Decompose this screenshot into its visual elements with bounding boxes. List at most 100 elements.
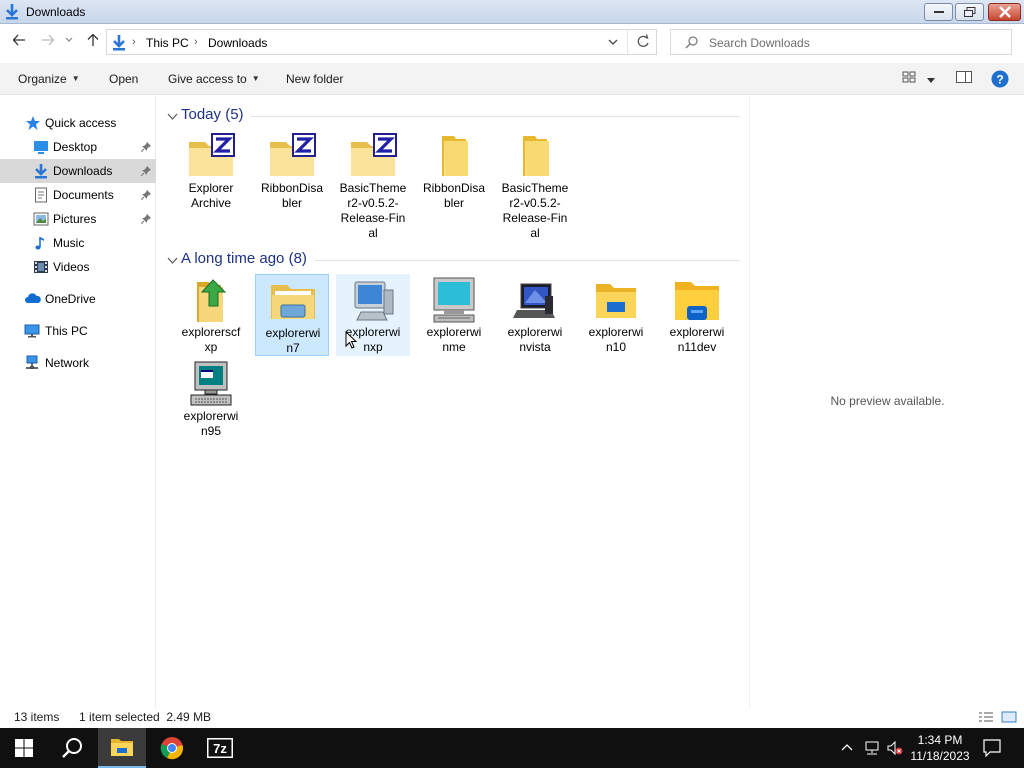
- sidebar-item-downloads[interactable]: Downloads: [0, 159, 156, 183]
- group-header-label: Today (5): [181, 106, 244, 123]
- sidebar-item-videos[interactable]: Videos: [0, 255, 156, 279]
- sidebar-item-this-pc[interactable]: This PC: [0, 319, 156, 343]
- file-explorer-icon: [111, 739, 133, 756]
- mouse-cursor-icon: [345, 330, 358, 352]
- sidebar-item-label: Pictures: [53, 212, 97, 226]
- close-button[interactable]: [988, 3, 1021, 21]
- item-count: 13 items: [14, 710, 60, 724]
- breadcrumb-separator-icon[interactable]: ›: [194, 36, 198, 48]
- breadcrumb-downloads[interactable]: Downloads: [208, 36, 267, 50]
- file-name: explorerwi n11dev: [669, 325, 725, 354]
- pictures-icon: [33, 211, 49, 227]
- sidebar-item-pictures[interactable]: Pictures: [0, 207, 156, 231]
- sidebar-item-desktop[interactable]: Desktop: [0, 135, 156, 159]
- help-icon[interactable]: ?: [991, 70, 1009, 91]
- file-name: explorerwi nvista: [507, 325, 563, 354]
- file-list-view[interactable]: Today (5) Explorer Archive RibbonDisa bl…: [157, 96, 747, 708]
- network-status-icon[interactable]: [863, 740, 881, 759]
- sidebar-item-label: Videos: [53, 260, 90, 274]
- search-box[interactable]: [670, 29, 1012, 55]
- collapse-chevron-icon[interactable]: [167, 110, 178, 124]
- breadcrumb-separator-icon[interactable]: ›: [132, 36, 136, 48]
- refresh-button[interactable]: [627, 30, 657, 54]
- file-item-explorerwin7[interactable]: explorerwi n7: [255, 274, 329, 356]
- file-item-explorerwin11dev[interactable]: explorerwi n11dev: [660, 274, 734, 356]
- folder-arrow-icon: [187, 276, 235, 324]
- search-input[interactable]: [709, 34, 999, 51]
- documents-icon: [33, 187, 49, 203]
- command-bar: Organize ▼ Open Give access to ▼ New folde…: [0, 63, 1024, 95]
- zip-folder-icon: [349, 132, 397, 180]
- group-divider: [315, 260, 740, 261]
- win10-explorer-icon: [592, 276, 640, 324]
- file-item-explorerwinvista[interactable]: explorerwi nvista: [498, 274, 572, 356]
- back-button[interactable]: [9, 33, 29, 53]
- status-bar: 13 items 1 item selected 2.49 MB: [0, 708, 1024, 728]
- window-title: Downloads: [26, 5, 86, 19]
- navigation-pane: Quick access Desktop Downloads Documents…: [0, 96, 156, 708]
- 7zip-icon: 7z: [207, 738, 233, 758]
- group-header-label: A long time ago (8): [181, 250, 307, 267]
- collapse-chevron-icon[interactable]: [167, 254, 178, 268]
- change-view-icon[interactable]: [902, 70, 916, 87]
- open-button[interactable]: Open: [109, 72, 138, 86]
- clock-date: 11/18/2023: [910, 749, 970, 763]
- preview-pane-toggle-icon[interactable]: [956, 70, 972, 87]
- file-item-ribbondisabler-zip[interactable]: RibbonDisa bler: [255, 130, 329, 212]
- taskbar-clock[interactable]: 1:34 PM 11/18/2023: [905, 732, 975, 764]
- up-button[interactable]: [83, 33, 103, 53]
- file-item-explorerscfxp[interactable]: explorerscf xp: [174, 274, 248, 356]
- recent-locations-chevron-icon[interactable]: [62, 33, 76, 53]
- sidebar-item-label: Downloads: [53, 164, 113, 178]
- file-item-basicthemer2-folder[interactable]: BasicTheme r2-v0.5.2- Release-Fin al: [498, 130, 572, 240]
- taskbar-search-button[interactable]: [48, 728, 96, 768]
- maximize-button[interactable]: [955, 3, 984, 21]
- folder-icon: [511, 132, 559, 180]
- group-header-today[interactable]: Today (5): [165, 105, 740, 125]
- address-history-chevron-icon[interactable]: [607, 35, 619, 52]
- music-note-icon: [33, 235, 49, 251]
- large-icons-view-icon[interactable]: [1001, 710, 1017, 727]
- new-folder-button[interactable]: New folder: [286, 72, 343, 86]
- taskbar-chrome[interactable]: [148, 728, 196, 768]
- file-item-explorerwin95[interactable]: explorerwi n95: [174, 358, 248, 440]
- file-item-explorerwin10[interactable]: explorerwi n10: [579, 274, 653, 356]
- selection-info: 1 item selected 2.49 MB: [79, 710, 212, 724]
- give-access-menu-button[interactable]: Give access to ▼: [168, 72, 260, 86]
- file-name: explorerwi n7: [265, 326, 321, 355]
- file-item-explorer-archive[interactable]: Explorer Archive: [174, 130, 248, 212]
- svg-text:7z: 7z: [213, 741, 227, 756]
- sidebar-item-music[interactable]: Music: [0, 231, 156, 255]
- file-item-basicthemer2-zip[interactable]: BasicTheme r2-v0.5.2- Release-Fin al: [336, 130, 410, 240]
- file-name: RibbonDisa bler: [260, 181, 324, 210]
- videos-icon: [33, 259, 49, 275]
- action-center-icon[interactable]: [983, 739, 1001, 760]
- win11-explorer-icon: [673, 276, 721, 324]
- breadcrumb-this-pc[interactable]: This PC: [146, 36, 189, 50]
- view-options-chevron-icon[interactable]: [926, 74, 936, 88]
- file-name: BasicTheme r2-v0.5.2- Release-Fin al: [339, 181, 407, 240]
- sidebar-item-quick-access[interactable]: Quick access: [0, 111, 156, 135]
- pin-icon: [140, 141, 151, 155]
- start-button[interactable]: [0, 728, 48, 768]
- file-item-explorerwinme[interactable]: explorerwi nme: [417, 274, 491, 356]
- minimize-button[interactable]: [924, 3, 953, 21]
- sidebar-item-documents[interactable]: Documents: [0, 183, 156, 207]
- crt-monitor-icon: [430, 276, 478, 324]
- give-access-label: Give access to: [168, 72, 247, 86]
- organize-menu-button[interactable]: Organize ▼: [18, 72, 80, 86]
- file-item-ribbondisabler-folder[interactable]: RibbonDisa bler: [417, 130, 491, 212]
- xp-computer-icon: [349, 276, 397, 324]
- sidebar-item-label: Network: [45, 356, 90, 370]
- file-name: explorerscf xp: [181, 325, 241, 354]
- sidebar-item-onedrive[interactable]: OneDrive: [0, 287, 156, 311]
- taskbar-file-explorer[interactable]: [98, 728, 146, 768]
- details-view-icon[interactable]: [978, 710, 994, 727]
- volume-muted-icon[interactable]: [886, 740, 904, 759]
- taskbar-7zip[interactable]: 7z: [196, 728, 244, 768]
- forward-button[interactable]: [38, 33, 58, 53]
- sidebar-item-network[interactable]: Network: [0, 351, 156, 375]
- address-bar[interactable]: › This PC › Downloads: [106, 29, 657, 55]
- show-hidden-icons-chevron-icon[interactable]: [840, 740, 854, 757]
- group-header-long-ago[interactable]: A long time ago (8): [165, 249, 740, 269]
